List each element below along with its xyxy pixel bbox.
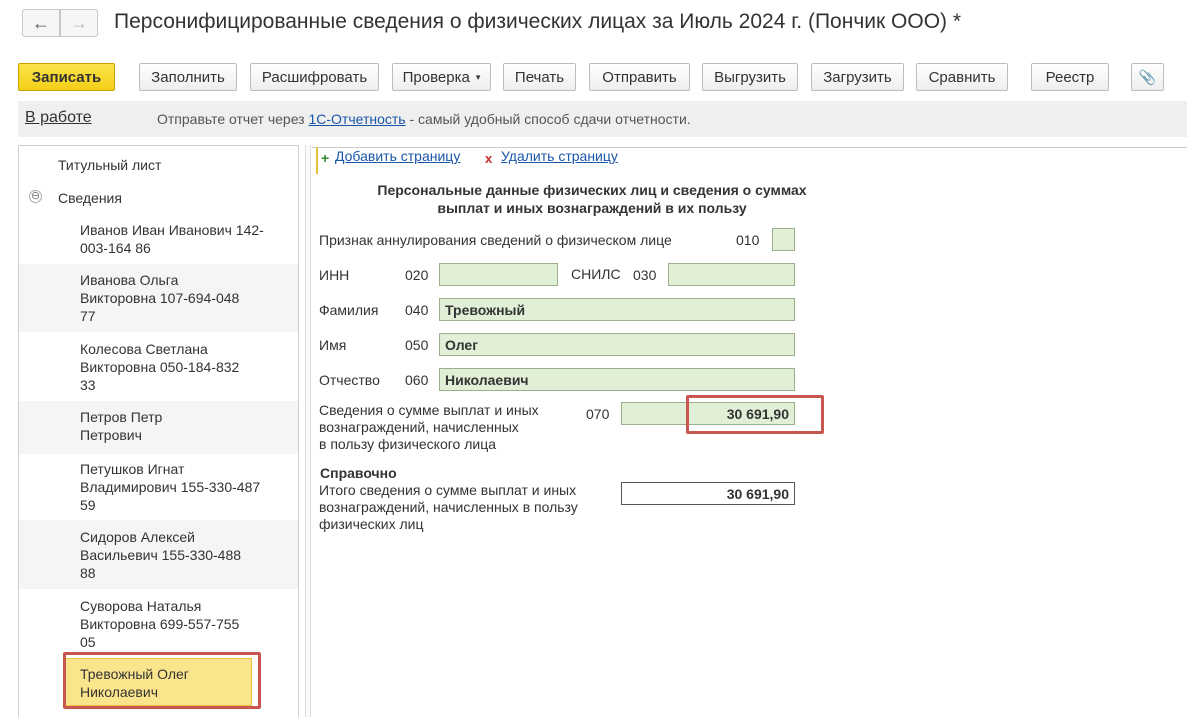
inn-code: 020 xyxy=(405,267,429,283)
patronymic-label: Отчество xyxy=(319,372,380,388)
registry-button[interactable]: Реестр xyxy=(1031,63,1109,91)
tree-item-person[interactable]: Петушков Игнат Владимирович 155-330-487 … xyxy=(19,454,298,520)
window-title: Персонифицированные сведения о физически… xyxy=(114,10,962,33)
name-label: Имя xyxy=(319,337,347,353)
status-bar: В работе Отправьте отчет через 1С-Отчетн… xyxy=(18,101,1187,137)
person-line: Васильевич 155-330-488 xyxy=(80,547,242,563)
print-button[interactable]: Печать xyxy=(503,63,576,91)
person-line: Иванов Иван Иванович 142- xyxy=(80,222,264,238)
payments-label-line: Сведения о сумме выплат и иных xyxy=(319,402,539,418)
total-label-line: Итого сведения о сумме выплат и иных xyxy=(319,482,577,498)
tree-item-person[interactable]: Суворова Наталья Викторовна 699-557-755 … xyxy=(19,589,298,656)
snils-field[interactable] xyxy=(668,263,795,286)
status-link[interactable]: В работе xyxy=(25,109,92,127)
person-line: Викторовна 050-184-832 xyxy=(80,359,240,375)
inn-field[interactable] xyxy=(439,263,558,286)
collapse-icon[interactable]: ⊖ xyxy=(29,190,42,203)
name-code: 050 xyxy=(405,337,429,353)
delete-page-link[interactable]: Удалить страницу xyxy=(501,148,618,164)
plus-icon: + xyxy=(321,150,330,166)
form-area: + Добавить страницу x Удалить страницу П… xyxy=(312,145,1187,717)
forward-button[interactable]: → xyxy=(60,9,98,37)
person-line: Иванова Ольга xyxy=(80,272,179,288)
payments-code: 070 xyxy=(586,406,610,422)
back-button[interactable]: ← xyxy=(22,9,60,37)
import-button[interactable]: Загрузить xyxy=(811,63,904,91)
snils-label: СНИЛС xyxy=(571,266,621,282)
status-message-prefix: Отправьте отчет через xyxy=(157,111,309,127)
person-line: Викторовна 699-557-755 xyxy=(80,616,240,632)
patronymic-code: 060 xyxy=(405,372,429,388)
check-button-label: Проверка xyxy=(402,68,470,86)
patronymic-field[interactable]: Николаевич xyxy=(439,368,795,391)
heading-line: Персональные данные физических лиц и све… xyxy=(377,182,807,198)
payments-label-line: вознаграждений, начисленных xyxy=(319,419,519,435)
chevron-down-icon: ▾ xyxy=(475,71,481,82)
heading-line: выплат и иных вознаграждений в их пользу xyxy=(437,200,747,216)
fill-button[interactable]: Заполнить xyxy=(139,63,237,91)
compare-button[interactable]: Сравнить xyxy=(916,63,1008,91)
title-bar: ← → Персонифицированные сведения о физич… xyxy=(0,0,1187,48)
person-line: 003-164 86 xyxy=(80,240,151,256)
total-label-line: вознаграждений, начисленных в пользу xyxy=(319,499,578,515)
total-label: Итого сведения о сумме выплат и иных воз… xyxy=(319,482,578,533)
arrow-right-icon: → xyxy=(70,12,88,33)
person-line: Суворова Наталья xyxy=(80,598,202,614)
tree-item-person[interactable]: Иванов Иван Иванович 142- 003-164 86 xyxy=(19,212,298,264)
person-line: Викторовна 107-694-048 xyxy=(80,290,240,306)
save-button[interactable]: Записать xyxy=(18,63,115,91)
reference-title: Справочно xyxy=(320,465,397,481)
add-page-link[interactable]: Добавить страницу xyxy=(335,148,460,164)
person-line: 59 xyxy=(80,497,96,513)
toolbar: Записать Заполнить Расшифровать Проверка… xyxy=(0,60,1187,94)
payments-label-line: в пользу физического лица xyxy=(319,436,496,452)
arrow-left-icon: ← xyxy=(32,12,50,33)
form-heading: Персональные данные физических лиц и све… xyxy=(322,181,862,217)
active-marker xyxy=(316,147,318,174)
send-button[interactable]: Отправить xyxy=(589,63,690,91)
payments-label: Сведения о сумме выплат и иных вознаграж… xyxy=(319,402,539,453)
decode-button[interactable]: Расшифровать xyxy=(250,63,379,91)
status-message-suffix: - самый удобный способ сдачи отчетности. xyxy=(405,111,691,127)
total-field: 30 691,90 xyxy=(621,482,795,505)
sections-tree: Титульный лист ⊖ Сведения Иванов Иван Ив… xyxy=(18,145,299,717)
person-line: Петрович xyxy=(80,427,142,443)
tree-item-person[interactable]: Иванова Ольга Викторовна 107-694-048 77 xyxy=(19,264,298,332)
tree-item-title-page[interactable]: Титульный лист xyxy=(58,156,161,174)
person-line: Колесова Светлана xyxy=(80,341,208,357)
person-line: Владимирович 155-330-487 xyxy=(80,479,261,495)
highlight-frame xyxy=(686,395,824,434)
tree-item-person[interactable]: Колесова Светлана Викторовна 050-184-832… xyxy=(19,332,298,401)
person-line: 88 xyxy=(80,565,96,581)
check-button[interactable]: Проверка ▾ xyxy=(392,63,491,91)
attach-button[interactable]: 📎 xyxy=(1131,63,1164,91)
person-line: Сидоров Алексей xyxy=(80,529,195,545)
status-message: Отправьте отчет через 1С-Отчетность - са… xyxy=(157,111,691,127)
person-line: 33 xyxy=(80,377,96,393)
paperclip-icon: 📎 xyxy=(1138,68,1157,85)
person-line: 77 xyxy=(80,308,96,324)
annul-checkbox[interactable] xyxy=(772,228,795,251)
panel-splitter[interactable] xyxy=(305,145,311,717)
total-label-line: физических лиц xyxy=(319,516,424,532)
surname-field[interactable]: Тревожный xyxy=(439,298,795,321)
annul-code: 010 xyxy=(736,232,760,248)
tree-item-person[interactable]: Сидоров Алексей Васильевич 155-330-488 8… xyxy=(19,520,298,589)
person-line: Петров Петр xyxy=(80,409,163,425)
person-line: 05 xyxy=(80,634,96,650)
surname-code: 040 xyxy=(405,302,429,318)
inn-label: ИНН xyxy=(319,267,350,283)
person-line: Петушков Игнат xyxy=(80,461,185,477)
snils-code: 030 xyxy=(633,267,657,283)
reporting-link[interactable]: 1С-Отчетность xyxy=(308,111,405,127)
delete-icon: x xyxy=(485,151,493,166)
tree-item-person[interactable]: Петров Петр Петрович xyxy=(19,401,298,454)
surname-label: Фамилия xyxy=(319,302,379,318)
tree-item-section[interactable]: Сведения xyxy=(58,189,122,207)
highlight-frame xyxy=(63,652,261,709)
annul-label: Признак аннулирования сведений о физичес… xyxy=(319,232,672,248)
name-field[interactable]: Олег xyxy=(439,333,795,356)
export-button[interactable]: Выгрузить xyxy=(702,63,798,91)
